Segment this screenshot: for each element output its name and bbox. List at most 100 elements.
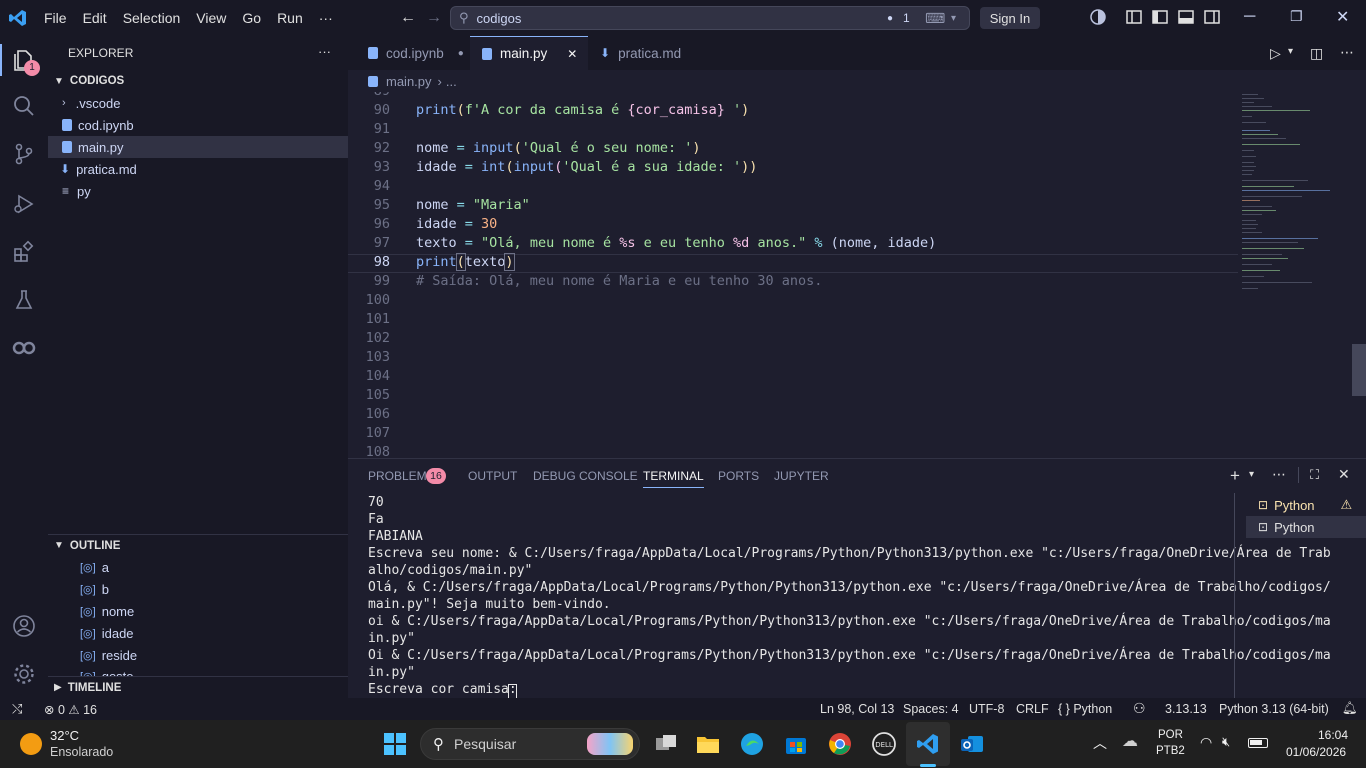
run-file-icon[interactable]: ▷ xyxy=(1270,45,1281,62)
command-center-search[interactable]: ⚲ codigos ● 1 ⌨ ▾ xyxy=(450,6,970,30)
menu-go[interactable]: Go xyxy=(234,10,269,26)
wifi-icon[interactable]: ◠ xyxy=(1200,734,1212,751)
editor-more-icon[interactable]: ⋯ xyxy=(1340,44,1354,61)
menu-file[interactable]: File xyxy=(36,10,75,26)
chevron-down-icon[interactable]: ▾ xyxy=(951,13,956,24)
python-version[interactable]: 3.13.13 xyxy=(1165,702,1207,716)
back-arrow-icon[interactable]: ← xyxy=(400,9,416,27)
menu-view[interactable]: View xyxy=(188,10,234,26)
run-debug-icon[interactable] xyxy=(12,192,36,216)
python-interpreter[interactable]: Python 3.13 (64-bit) xyxy=(1219,702,1329,716)
search-icon[interactable] xyxy=(12,94,36,118)
notifications-bell-icon[interactable]: 🔔︎ xyxy=(1342,701,1358,716)
maximize-panel-icon[interactable]: ⛶ xyxy=(1310,467,1319,483)
split-editor-icon[interactable]: ◫ xyxy=(1310,45,1323,62)
outlook-icon[interactable] xyxy=(960,732,984,756)
source-control-icon[interactable] xyxy=(12,142,36,166)
account-icon[interactable] xyxy=(12,614,36,638)
line-ending[interactable]: CRLF xyxy=(1016,702,1049,716)
close-tab-icon[interactable]: ✕ xyxy=(567,47,577,61)
tab-pratica-md[interactable]: ⬇ pratica.md xyxy=(588,36,708,70)
tree-item-main-py[interactable]: main.py xyxy=(48,136,348,158)
remote-icon[interactable]: ⤭ xyxy=(12,701,22,717)
outline-item[interactable]: [◎] a xyxy=(48,556,348,578)
toggle-panel-icon[interactable] xyxy=(1178,9,1196,27)
tree-item-py[interactable]: ≡ py xyxy=(48,180,348,202)
vscode-taskbar-icon[interactable] xyxy=(916,732,940,756)
copilot-icon[interactable]: ⌨ xyxy=(925,10,945,27)
taskbar-search[interactable]: ⚲ Pesquisar xyxy=(420,728,640,760)
dell-app-icon[interactable]: DELL xyxy=(872,732,896,756)
weather-condition[interactable]: Ensolarado xyxy=(50,745,113,759)
forward-arrow-icon[interactable]: → xyxy=(426,9,442,27)
edge-browser-icon[interactable] xyxy=(740,732,764,756)
input-language[interactable]: POR xyxy=(1158,729,1183,741)
menu-run[interactable]: Run xyxy=(269,10,311,26)
outline-item[interactable]: [◎]gosto xyxy=(48,666,348,677)
tab-debug-console[interactable]: DEBUG CONSOLE xyxy=(533,469,638,483)
code-editor[interactable]: 89 90 91 92 93 94 95 96 97 98 99 100 101 102 103 104 105… xyxy=(348,92,1366,458)
outline-item[interactable]: [◎] b xyxy=(48,578,348,600)
terminal-item-python-1[interactable]: ⊡ Python ⚠ xyxy=(1246,494,1366,516)
onedrive-cloud-icon[interactable]: ☁ xyxy=(1122,731,1138,751)
timeline-header[interactable]: ▶ TIMELINE xyxy=(48,676,348,698)
clock-date[interactable]: 01/06/2026 xyxy=(1286,745,1346,759)
copilot-status-icon[interactable]: ⚇ xyxy=(1133,700,1146,717)
terminal-item-python-2[interactable]: ⊡ Python xyxy=(1246,516,1366,538)
editor-scrollbar-thumb[interactable] xyxy=(1352,344,1366,396)
menu-more[interactable]: ··· xyxy=(311,10,341,26)
problems-status[interactable]: ⊗ 0 ⚠ 16 xyxy=(44,702,97,717)
tree-item-vscode[interactable]: › .vscode xyxy=(48,92,348,114)
tab-output[interactable]: OUTPUT xyxy=(468,469,517,483)
tab-jupyter[interactable]: JUPYTER xyxy=(774,469,829,483)
sun-weather-icon[interactable] xyxy=(20,733,42,755)
chrome-browser-icon[interactable] xyxy=(828,732,852,756)
close-window-icon[interactable]: ✕ xyxy=(1336,7,1349,27)
cursor-position[interactable]: Ln 98, Col 13 xyxy=(820,702,894,716)
outline-item[interactable]: [◎] nome xyxy=(48,600,348,622)
layout-icon[interactable] xyxy=(1090,9,1108,27)
panel-more-icon[interactable]: ⋯ xyxy=(1272,466,1286,483)
tab-terminal[interactable]: TERMINAL xyxy=(643,469,704,488)
chevron-down-icon[interactable]: ▾ xyxy=(1288,46,1293,57)
toggle-sidebar-icon[interactable] xyxy=(1152,9,1170,27)
tree-item-pratica-md[interactable]: ⬇ pratica.md xyxy=(48,158,348,180)
minimize-icon[interactable]: ─ xyxy=(1244,8,1255,26)
breadcrumb-symbol[interactable]: ... xyxy=(446,74,457,89)
chevron-up-icon[interactable]: ︿ xyxy=(1093,733,1107,753)
customize-layout-icon[interactable] xyxy=(1126,9,1144,27)
minimap[interactable] xyxy=(1242,92,1342,302)
remote-explorer-icon[interactable] xyxy=(12,336,36,360)
indentation[interactable]: Spaces: 4 xyxy=(903,702,959,716)
extensions-icon[interactable] xyxy=(12,240,36,264)
weather-temp[interactable]: 32°C xyxy=(50,728,79,743)
volume-muted-icon[interactable]: 🔇︎ xyxy=(1222,734,1230,750)
microsoft-store-icon[interactable] xyxy=(784,732,808,756)
battery-icon[interactable] xyxy=(1248,738,1268,748)
language-mode[interactable]: { } Python xyxy=(1058,702,1112,716)
tab-ports[interactable]: PORTS xyxy=(718,469,759,483)
breadcrumb-file[interactable]: main.py xyxy=(386,74,432,89)
tree-item-cod-ipynb[interactable]: cod.ipynb xyxy=(48,114,348,136)
tab-problems[interactable]: PROBLEMS xyxy=(368,469,435,483)
folder-header[interactable]: ▼ CODIGOS xyxy=(48,70,348,92)
close-panel-icon[interactable]: ✕ xyxy=(1338,466,1350,483)
windows-start-icon[interactable] xyxy=(383,732,407,756)
tab-main-py[interactable]: main.py ✕ xyxy=(470,36,588,70)
outline-item[interactable]: [◎] reside xyxy=(48,644,348,666)
maximize-icon[interactable]: ❐ xyxy=(1290,8,1303,25)
menu-edit[interactable]: Edit xyxy=(75,10,115,26)
clock-time[interactable]: 16:04 xyxy=(1318,728,1348,742)
settings-gear-icon[interactable] xyxy=(12,662,36,686)
encoding[interactable]: UTF-8 xyxy=(969,702,1004,716)
menu-selection[interactable]: Selection xyxy=(115,10,189,26)
toggle-secondary-sidebar-icon[interactable] xyxy=(1204,9,1222,27)
explorer-more-button[interactable]: ··· xyxy=(318,44,331,59)
input-layout[interactable]: PTB2 xyxy=(1156,745,1185,757)
task-view-icon[interactable] xyxy=(654,732,678,756)
outline-header[interactable]: ▼ OUTLINE xyxy=(48,534,348,556)
new-terminal-icon[interactable]: + xyxy=(1230,466,1240,486)
sign-in-button[interactable]: Sign In xyxy=(980,7,1040,29)
tab-cod-ipynb[interactable]: cod.ipynb ● xyxy=(358,36,470,70)
file-explorer-icon[interactable] xyxy=(696,732,720,756)
